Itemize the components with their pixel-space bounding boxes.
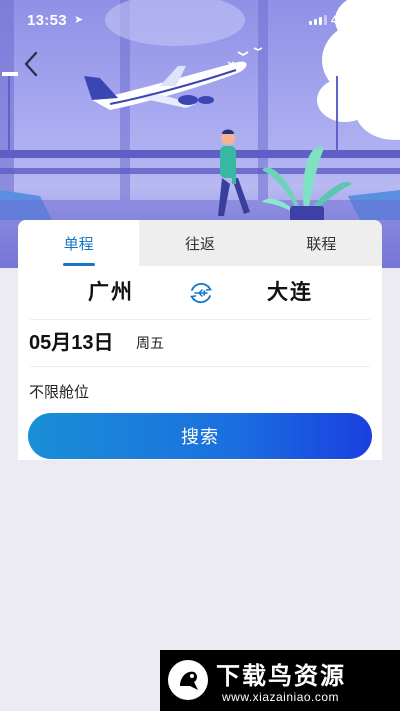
swap-cities-button[interactable] [188,280,214,306]
status-time: 13:53 [27,12,67,29]
watermark-url: www.xiazainiao.com [222,690,340,704]
watermark: 下载鸟资源 www.xiazainiao.com [160,650,400,711]
trip-type-tabs: 单程 往返 联程 [18,220,382,266]
cabin-class-selector[interactable]: 不限舱位 [18,367,382,412]
back-button[interactable] [20,50,44,78]
airplane-illustration [84,61,247,110]
chevron-left-icon [24,51,38,77]
departure-city[interactable]: 广州 [88,266,134,319]
status-bar: 13:53 ➤ 4G [0,0,400,42]
departure-date-selector[interactable]: 05月13日 周五 [18,320,382,366]
departure-weekday: 周五 [136,335,164,351]
battery-icon [354,14,377,25]
signal-icon [309,15,327,25]
plane-swap-icon [190,282,212,304]
arrival-city[interactable]: 大连 [267,266,313,319]
flight-search-card: 单程 往返 联程 广州 大连 05月13日 周五 不限舱位 搜索 [18,220,382,460]
departure-date: 05月13日 [29,332,114,354]
location-arrow-icon: ➤ [74,14,84,26]
cabin-class-label: 不限舱位 [29,384,90,401]
search-button[interactable]: 搜索 [28,413,372,459]
network-type: 4G [331,13,348,27]
bird-logo-icon [168,660,208,700]
route-selector: 广州 大连 [18,266,382,319]
tab-round-trip[interactable]: 往返 [139,220,261,266]
tab-multi-city[interactable]: 联程 [260,220,382,266]
tab-one-way[interactable]: 单程 [18,220,140,266]
watermark-title: 下载鸟资源 [216,663,346,690]
